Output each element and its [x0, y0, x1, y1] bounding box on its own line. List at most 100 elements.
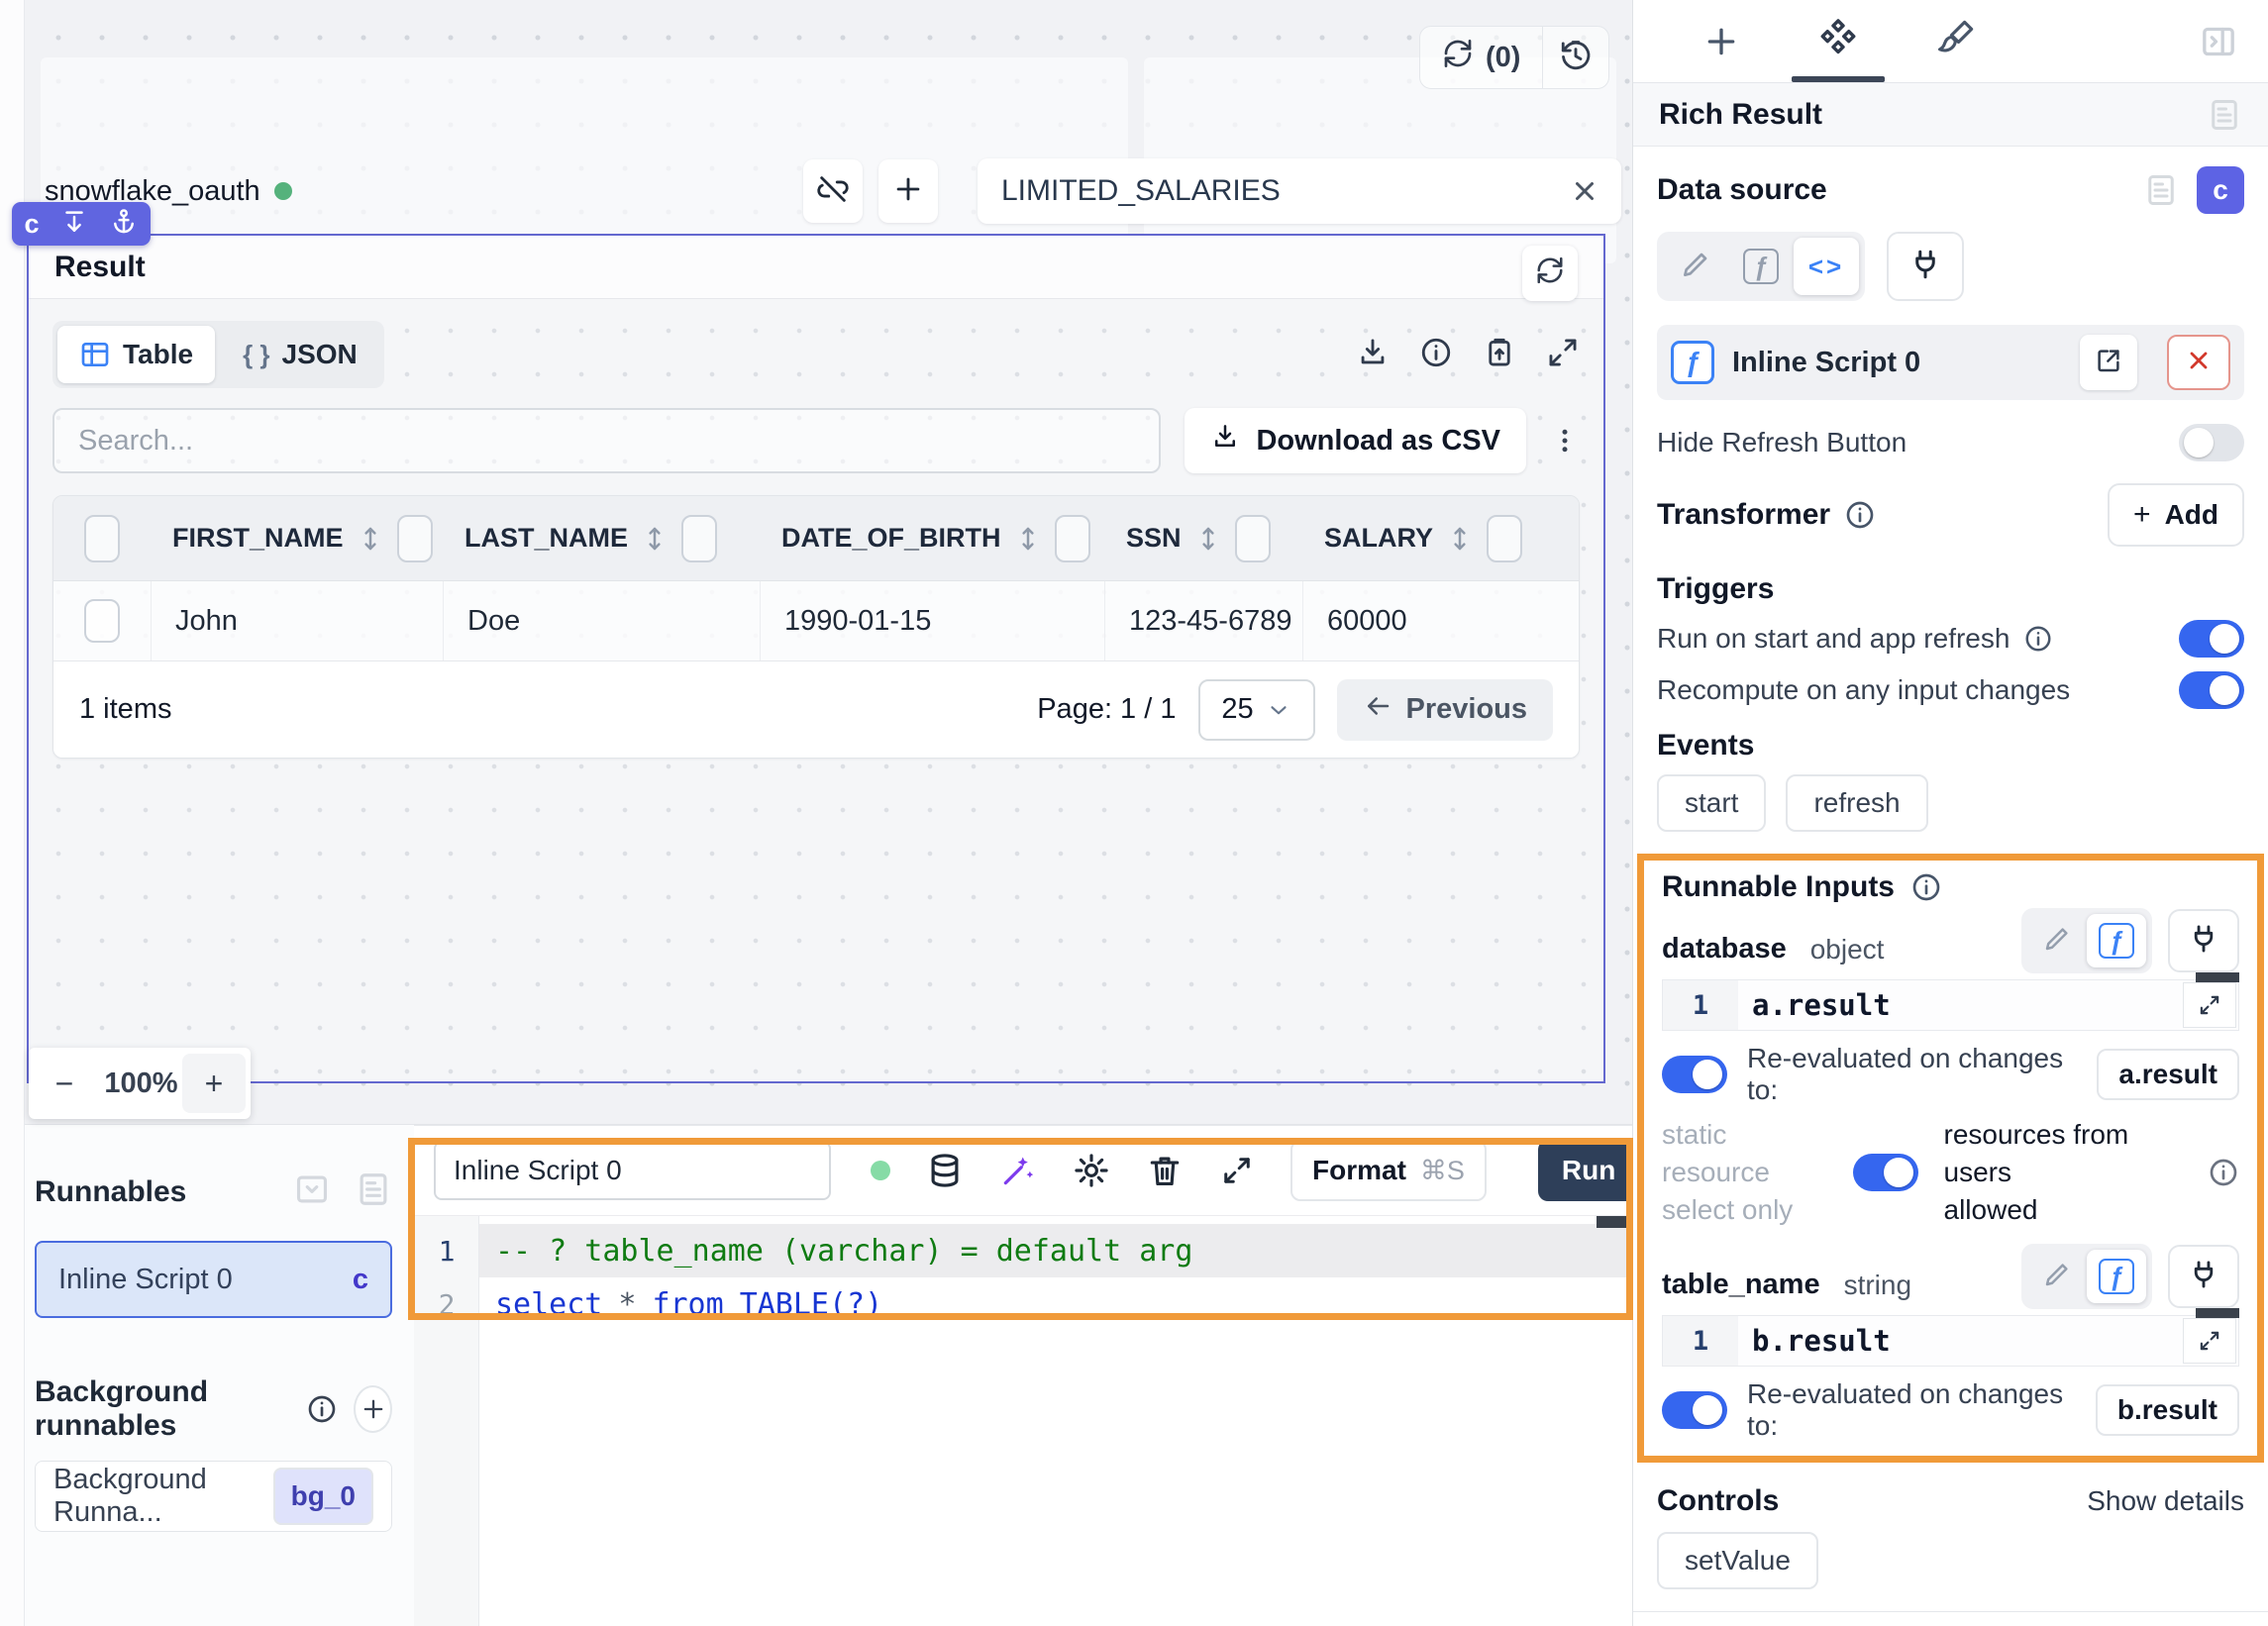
move-down-icon[interactable]	[59, 207, 89, 242]
reeval-toggle[interactable]	[1662, 1056, 1727, 1093]
runnables-title: Runnables	[35, 1175, 186, 1209]
zoom-in-button[interactable]: +	[182, 1054, 246, 1113]
doc-icon[interactable]	[2143, 172, 2179, 208]
dependency-chip[interactable]: a.result	[2097, 1049, 2239, 1100]
expression-value[interactable]: a.result	[1738, 988, 2183, 1022]
hide-refresh-toggle[interactable]	[2179, 424, 2244, 461]
zoom-out-button[interactable]: −	[29, 1066, 100, 1102]
column-toggle[interactable]	[681, 515, 717, 562]
expression-value[interactable]: b.result	[1738, 1324, 2183, 1358]
sort-icon[interactable]	[1013, 524, 1043, 554]
fullscreen-icon[interactable]	[1546, 336, 1580, 374]
section-divider	[1633, 1611, 2268, 1612]
sort-icon[interactable]	[1445, 524, 1475, 554]
column-toggle[interactable]	[1235, 515, 1271, 562]
event-refresh-chip[interactable]: refresh	[1786, 774, 1927, 832]
code-mode-button[interactable]: <>	[1794, 238, 1859, 295]
table-search-input[interactable]	[76, 424, 1137, 458]
connect-input-button[interactable]	[2168, 909, 2239, 972]
sort-icon[interactable]	[640, 524, 670, 554]
recompute-toggle[interactable]	[2179, 671, 2244, 709]
app-canvas[interactable]: (0) snowflake_oauth c	[25, 0, 1632, 1125]
unlink-button[interactable]	[803, 159, 863, 223]
connect-input-button[interactable]	[1887, 232, 1964, 301]
add-component-button[interactable]	[878, 159, 938, 223]
info-icon[interactable]	[1419, 336, 1453, 374]
add-transformer-button[interactable]: + Add	[2108, 483, 2244, 547]
open-script-button[interactable]	[2080, 335, 2137, 390]
table-select-input[interactable]	[999, 173, 1570, 209]
doc-list-icon[interactable]	[355, 1170, 392, 1213]
collapse-panel-icon[interactable]	[2199, 0, 2238, 82]
history-button[interactable]	[1543, 27, 1608, 88]
connect-input-button[interactable]	[2168, 1245, 2239, 1308]
rich-result-component[interactable]: Result Table { } JSON	[27, 234, 1605, 1083]
static-mode-button[interactable]	[2027, 914, 2087, 967]
attached-script-row[interactable]: ƒ Inline Script 0	[1657, 325, 2244, 400]
expand-expression-button[interactable]	[2183, 982, 2236, 1028]
table-name-expression-editor[interactable]: 1 b.result	[1662, 1315, 2239, 1367]
background-runnable-item[interactable]: Background Runna... bg_0	[35, 1461, 392, 1532]
eval-mode-button[interactable]: ƒ	[2087, 914, 2146, 967]
run-on-start-toggle[interactable]	[2179, 620, 2244, 658]
tab-json[interactable]: { } JSON	[221, 326, 379, 383]
anchor-icon[interactable]	[109, 207, 139, 242]
static-mode-button[interactable]	[2027, 1250, 2087, 1303]
table-row[interactable]: John Doe 1990-01-15 123-45-6789 60000	[53, 581, 1579, 661]
column-header-ssn[interactable]: SSN	[1104, 496, 1302, 580]
template-mode-button[interactable]: ƒ	[1728, 238, 1794, 295]
info-icon[interactable]	[1910, 871, 1942, 903]
resources-from-users-toggle[interactable]	[1853, 1154, 1918, 1191]
download-csv-button[interactable]: Download as CSV	[1185, 408, 1526, 473]
copy-result-icon[interactable]	[1483, 336, 1516, 374]
hide-refresh-label: Hide Refresh Button	[1657, 427, 1907, 458]
page-size-select[interactable]: 25	[1198, 679, 1315, 741]
result-refresh-button[interactable]	[1522, 246, 1578, 301]
add-background-runnable-button[interactable]	[354, 1385, 392, 1433]
info-icon[interactable]	[2208, 1157, 2239, 1188]
set-value-chip[interactable]: setValue	[1657, 1532, 1818, 1589]
doc-icon[interactable]	[2207, 97, 2242, 133]
tab-table[interactable]: Table	[57, 326, 215, 383]
column-header-last-name[interactable]: LAST_NAME	[443, 496, 760, 580]
column-toggle[interactable]	[397, 515, 433, 562]
eval-mode-button[interactable]: ƒ	[2087, 1250, 2146, 1303]
tab-insert-component[interactable]	[1663, 0, 1780, 82]
download-icon[interactable]	[1356, 336, 1390, 374]
result-body: Table { } JSON	[29, 299, 1603, 1081]
info-icon[interactable]	[2023, 624, 2053, 654]
component-id-badge: c	[2197, 166, 2244, 214]
column-header-salary[interactable]: SALARY	[1302, 496, 1579, 580]
sort-icon[interactable]	[356, 524, 385, 554]
column-toggle[interactable]	[1055, 515, 1090, 562]
row-checkbox[interactable]	[53, 581, 151, 661]
external-link-icon	[2094, 346, 2123, 380]
column-toggle[interactable]	[1487, 515, 1522, 562]
previous-page-button[interactable]: Previous	[1337, 679, 1554, 741]
component-selection-badge[interactable]: c	[12, 202, 151, 246]
detach-script-button[interactable]	[2167, 335, 2230, 390]
inspector-content: Data source c ƒ <> ƒ Inline Script 0	[1633, 147, 2268, 1626]
info-icon[interactable]	[306, 1393, 338, 1425]
dependency-chip[interactable]: b.result	[2096, 1384, 2239, 1436]
collapse-panel-icon[interactable]	[293, 1170, 331, 1213]
tab-styling[interactable]	[1897, 0, 2013, 82]
select-all-checkbox[interactable]	[53, 496, 151, 580]
info-icon[interactable]	[1844, 499, 1876, 531]
event-start-chip[interactable]: start	[1657, 774, 1766, 832]
database-reeval-row: Re-evaluated on changes to: a.result	[1662, 1043, 2239, 1106]
column-header-first-name[interactable]: FIRST_NAME	[151, 496, 443, 580]
static-mode-button[interactable]	[1663, 238, 1728, 295]
sort-icon[interactable]	[1193, 524, 1223, 554]
tab-component-settings[interactable]	[1780, 0, 1897, 82]
kebab-menu-icon[interactable]	[1550, 426, 1580, 456]
clear-icon[interactable]	[1570, 176, 1599, 206]
show-details-link[interactable]: Show details	[2087, 1485, 2244, 1517]
runnable-item-inline-script-0[interactable]: Inline Script 0 c	[35, 1241, 392, 1318]
column-header-date-of-birth[interactable]: DATE_OF_BIRTH	[760, 496, 1104, 580]
reeval-toggle[interactable]	[1662, 1391, 1727, 1429]
refresh-all-button[interactable]: (0)	[1420, 27, 1543, 88]
events-chips: start refresh	[1657, 774, 2244, 832]
database-expression-editor[interactable]: 1 a.result	[1662, 979, 2239, 1031]
expand-expression-button[interactable]	[2183, 1318, 2236, 1364]
